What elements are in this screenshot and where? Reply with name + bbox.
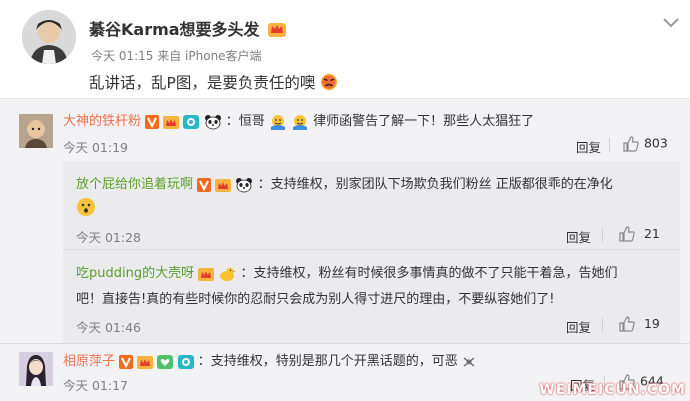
post-content: 乱讲话，乱P图，是要负责任的噢 <box>89 71 338 93</box>
action-divider <box>602 318 603 332</box>
like-button[interactable]: 19 <box>618 315 660 333</box>
hugging-emoji-icon <box>270 114 285 130</box>
hum-emoji-icon <box>463 356 475 367</box>
poster-username[interactable]: 綦谷Karma想要多头发 <box>89 20 260 39</box>
shocked-emoji-icon <box>76 197 96 221</box>
poster-name[interactable]: 綦谷Karma想要多头发 <box>89 16 287 40</box>
reply-button[interactable]: 回复 <box>566 317 591 336</box>
action-divider <box>609 138 610 152</box>
verified-v-icon <box>145 114 160 129</box>
vip-crown-icon <box>137 355 154 369</box>
post-text: 乱讲话，乱P图，是要负责任的噢 <box>89 74 316 92</box>
vip-crown-icon <box>163 115 180 129</box>
comment-body: 大神的铁杆粉 ：恒哥 律师函警告了解一下！那些人太猖狂了 <box>63 110 534 131</box>
heart-badge-icon <box>157 354 174 369</box>
comment-text: ：支持维权，特别是那几个开黑话题的，可恶 <box>197 354 458 369</box>
thumbs-up-icon <box>619 226 635 242</box>
comment-time: 今天 01:28 <box>76 230 141 245</box>
reply-button[interactable]: 回复 <box>576 137 601 156</box>
like-button[interactable]: 21 <box>618 225 660 243</box>
comment-area: 大神的铁杆粉 ：恒哥 律师函警告了解一下！那些人太猖狂了 今天 01:19 回复… <box>0 98 690 401</box>
like-count: 19 <box>643 315 660 331</box>
comment-time: 今天 01:17 <box>63 378 128 393</box>
fan-badge-icon <box>183 114 200 129</box>
comment-body: 吃pudding的大壳呀 ：支持维权，粉丝有时候很多事情真的做不了只能干着急，告… <box>76 262 618 282</box>
action-divider <box>602 228 603 242</box>
verified-v-icon <box>197 177 212 192</box>
commenter-name[interactable]: 吃pudding的大壳呀 <box>76 266 194 281</box>
like-button[interactable]: 803 <box>622 135 668 153</box>
post-meta: 今天 01:15 来自 iPhone客户端 <box>91 47 262 64</box>
comment-body: 相原萍子 ：支持维权，特别是那几个开黑话题的，可恶 <box>63 350 476 369</box>
comment-item: 大神的铁杆粉 ：恒哥 律师函警告了解一下！那些人太猖狂了 今天 01:19 回复… <box>0 99 690 161</box>
reply-button[interactable]: 回复 <box>566 227 591 246</box>
commenter-name[interactable]: 大神的铁杆粉 <box>63 114 141 129</box>
comment-time: 今天 01:19 <box>63 140 128 155</box>
vip-crown-icon <box>198 267 215 281</box>
commenter-avatar[interactable] <box>19 114 53 148</box>
thumbs-up-icon <box>623 136 639 152</box>
like-count: 21 <box>643 225 660 241</box>
comment-text: 律师函警告了解一下！那些人太猖狂了 <box>313 114 535 129</box>
poster-avatar[interactable] <box>22 10 76 64</box>
vip-crown-icon <box>267 18 287 38</box>
thumbs-up-icon <box>619 316 635 332</box>
post-time[interactable]: 今天 01:15 <box>91 49 153 63</box>
like-count: 803 <box>643 135 668 151</box>
panda-emoji-icon <box>204 114 221 129</box>
verified-v-icon <box>119 354 134 369</box>
comment-text: ：支持维权，别家团队下场欺负我们粉丝 正版都很乖的在净化 <box>257 177 613 192</box>
hugging-emoji-icon <box>293 114 308 130</box>
panda-emoji-icon <box>236 177 253 192</box>
original-post: 綦谷Karma想要多头发 今天 01:15 来自 iPhone客户端 乱讲话，乱… <box>0 0 690 98</box>
vip-crown-icon <box>215 178 232 192</box>
comment-text: ：支持维权，粉丝有时候很多事情真的做不了只能干着急，告她们 <box>240 266 618 281</box>
reply-item: 放个屁给你追着玩啊 ：支持维权，别家团队下场欺负我们粉丝 正版都很乖的在净化 今… <box>0 161 690 249</box>
commenter-name[interactable]: 放个屁给你追着玩啊 <box>76 177 193 192</box>
comment-text-continued: 吧！直接告!真的有些时候你的忍耐只会成为别人得寸进尺的理由，不要纵容她们了! <box>76 292 555 307</box>
post-source: 来自 iPhone客户端 <box>157 49 262 63</box>
reply-item: 吃pudding的大壳呀 ：支持维权，粉丝有时候很多事情真的做不了只能干着急，告… <box>0 250 690 343</box>
comment-body: 放个屁给你追着玩啊 ：支持维权，别家团队下场欺负我们粉丝 正版都很乖的在净化 <box>76 173 613 193</box>
watermark: WEIMEICUN.COM <box>539 382 686 398</box>
comment-text: ：恒哥 <box>225 114 265 129</box>
angry-face-emoji-icon <box>321 74 338 90</box>
commenter-name[interactable]: 相原萍子 <box>63 354 115 369</box>
fan-badge-icon <box>177 354 194 369</box>
comment-time: 今天 01:46 <box>76 320 141 335</box>
chevron-down-icon[interactable] <box>662 14 680 28</box>
commenter-avatar[interactable] <box>19 352 53 386</box>
duck-emoji-icon <box>220 267 236 281</box>
